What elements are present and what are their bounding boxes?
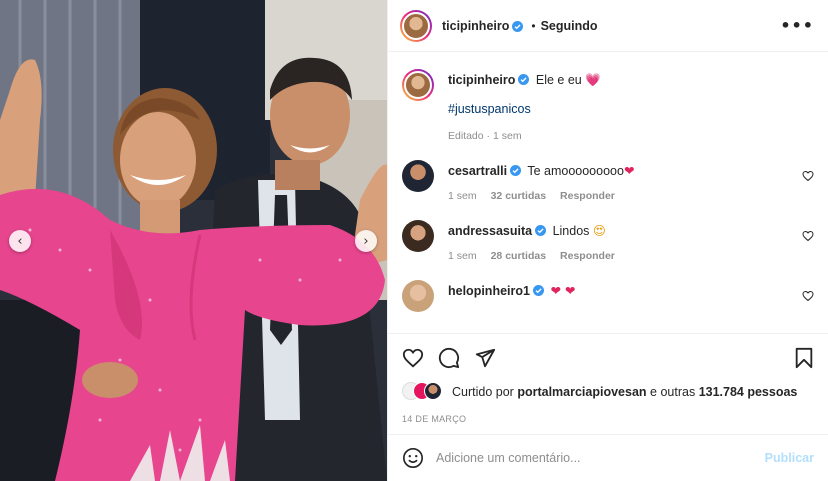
liker-avatars[interactable] bbox=[402, 382, 442, 402]
caption-text-line: ticipinheiro Ele e eu 💗 #justuspanicos bbox=[448, 71, 814, 118]
likes-summary: Curtido por portalmarciapiovesan e outra… bbox=[402, 382, 814, 402]
verified-badge-icon bbox=[512, 20, 524, 32]
like-comment-heart-icon[interactable] bbox=[802, 290, 814, 302]
like-comment-heart-icon[interactable] bbox=[802, 230, 814, 242]
post-date[interactable]: 14 DE MARÇO bbox=[402, 414, 814, 424]
caption-username[interactable]: ticipinheiro bbox=[448, 73, 515, 87]
comments-list: ticipinheiro Ele e eu 💗 #justuspanicos E… bbox=[388, 53, 828, 333]
save-bookmark-icon[interactable] bbox=[794, 347, 814, 369]
post-actions: Curtido por portalmarciapiovesan e outra… bbox=[388, 333, 828, 424]
comment-bubble-icon[interactable] bbox=[438, 347, 460, 369]
commenter-avatar[interactable] bbox=[402, 160, 434, 192]
chevron-left-icon: ‹ bbox=[17, 233, 23, 249]
post-image-scene bbox=[0, 0, 387, 481]
verified-badge-icon bbox=[532, 285, 544, 296]
header-separator: • bbox=[531, 18, 536, 33]
author-username[interactable]: ticipinheiro bbox=[442, 19, 509, 33]
caption-author-avatar[interactable] bbox=[402, 69, 434, 101]
comment-item: helopinheiro1 ❤ ❤ bbox=[402, 280, 814, 312]
comment-username[interactable]: cesartralli bbox=[448, 164, 507, 178]
more-options-icon[interactable]: ••• bbox=[780, 16, 814, 35]
share-paper-plane-icon[interactable] bbox=[474, 347, 496, 369]
caption-emoji: 💗 bbox=[585, 72, 601, 87]
post-header: ticipinheiro • Seguindo ••• bbox=[388, 0, 828, 52]
liked-by-user[interactable]: portalmarciapiovesan bbox=[517, 385, 646, 399]
verified-badge-icon bbox=[535, 225, 547, 236]
likes-count[interactable]: 131.784 pessoas bbox=[699, 385, 798, 399]
reply-button[interactable]: Responder bbox=[560, 190, 615, 202]
carousel-next-button[interactable]: › bbox=[355, 230, 377, 252]
comment-emoji: ❤ bbox=[623, 163, 635, 178]
comment-meta: 1 sem 32 curtidas Responder bbox=[448, 190, 814, 202]
comment-time[interactable]: 1 sem bbox=[448, 250, 477, 262]
hashtag-link[interactable]: #justuspanicos bbox=[448, 101, 814, 118]
comment-meta: 1 sem 28 curtidas Responder bbox=[448, 250, 814, 262]
comment-username[interactable]: helopinheiro1 bbox=[448, 284, 530, 298]
comment-item: andressasuita Lindos 😍 1 sem 28 curtidas… bbox=[402, 220, 814, 262]
comment-username[interactable]: andressasuita bbox=[448, 224, 532, 238]
comment-text: Lindos bbox=[552, 224, 590, 238]
commenter-avatar[interactable] bbox=[402, 280, 434, 312]
publish-button[interactable]: Publicar bbox=[765, 451, 814, 465]
edited-label: Editado · 1 sem bbox=[448, 130, 522, 142]
comment-likes[interactable]: 28 curtidas bbox=[491, 250, 546, 262]
post-side-panel: ticipinheiro • Seguindo ••• ticipinheiro… bbox=[387, 0, 828, 481]
verified-badge-icon bbox=[510, 165, 522, 176]
comment-emoji: 😍 bbox=[592, 223, 606, 238]
comment-time[interactable]: 1 sem bbox=[448, 190, 477, 202]
verified-badge-icon bbox=[518, 74, 530, 85]
like-comment-heart-icon[interactable] bbox=[802, 170, 814, 182]
post-photo[interactable]: ‹ › bbox=[0, 0, 387, 481]
reply-button[interactable]: Responder bbox=[560, 250, 615, 262]
comment-text: Te amooooooooo bbox=[527, 164, 624, 178]
caption-text: Ele e eu bbox=[535, 73, 582, 87]
instagram-post-view: ‹ › ticipinheiro • Seguindo ••• ticipinh… bbox=[0, 0, 828, 481]
liked-by-connector: e outras bbox=[650, 385, 696, 399]
emoji-smiley-icon[interactable] bbox=[402, 447, 424, 469]
chevron-right-icon: › bbox=[363, 233, 369, 249]
author-avatar[interactable] bbox=[400, 9, 432, 42]
action-icons-row bbox=[402, 346, 814, 370]
caption-item: ticipinheiro Ele e eu 💗 #justuspanicos E… bbox=[402, 69, 814, 142]
like-heart-icon[interactable] bbox=[402, 347, 424, 369]
carousel-prev-button[interactable]: ‹ bbox=[9, 230, 31, 252]
comment-emoji: ❤ ❤ bbox=[550, 283, 576, 298]
caption-meta: Editado · 1 sem bbox=[448, 130, 814, 142]
add-comment-bar: Publicar bbox=[388, 434, 828, 481]
liked-by-prefix: Curtido por bbox=[452, 385, 514, 399]
comment-input[interactable] bbox=[436, 451, 765, 465]
comment-item: cesartralli Te amooooooooo❤ 1 sem 32 cur… bbox=[402, 160, 814, 202]
following-button[interactable]: Seguindo bbox=[541, 19, 598, 33]
commenter-avatar[interactable] bbox=[402, 220, 434, 252]
comment-likes[interactable]: 32 curtidas bbox=[491, 190, 546, 202]
